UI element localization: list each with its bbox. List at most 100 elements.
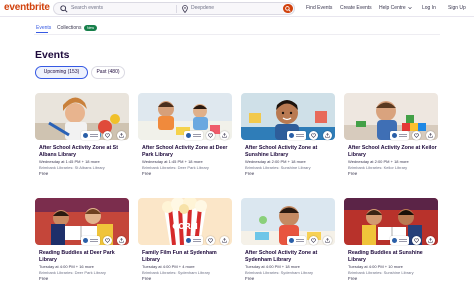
share-button[interactable] <box>323 131 332 140</box>
organizer-logo-text <box>90 134 98 135</box>
share-icon <box>222 133 227 138</box>
organizer-logo-text <box>90 239 98 240</box>
event-organizer: Brimbank Libraries: Keilor Library <box>348 165 408 170</box>
search-bar[interactable]: Search events Deepdene <box>53 2 295 15</box>
event-price: Free <box>245 171 255 176</box>
like-button[interactable] <box>206 236 215 245</box>
like-button[interactable] <box>309 236 318 245</box>
filter-upcoming-button[interactable]: Upcoming (153) <box>35 66 88 79</box>
share-button[interactable] <box>426 236 435 245</box>
nav-find-events[interactable]: Find Events <box>306 0 332 17</box>
top-header: eventbrite Search events Deepdene Find E… <box>0 0 474 17</box>
search-icon <box>60 5 68 13</box>
organizer-logo-mark <box>289 238 294 243</box>
event-price: Free <box>142 171 152 176</box>
event-title[interactable]: Reading Buddies at Deer Park Library <box>39 250 129 264</box>
heart-icon <box>311 133 316 138</box>
nav-help-centre[interactable]: Help Centre <box>379 0 412 17</box>
event-price: Free <box>39 171 49 176</box>
search-icon <box>285 5 291 12</box>
tab-events[interactable]: Events <box>36 24 51 32</box>
event-title[interactable]: Family Film Fun at Sydenham Library <box>142 250 232 264</box>
organizer-logo-mark <box>289 133 294 138</box>
event-organizer: Brimbank Libraries: Sydenham Library <box>142 270 211 275</box>
organizer-logo-text <box>193 134 201 135</box>
share-button[interactable] <box>426 131 435 140</box>
like-button[interactable] <box>309 131 318 140</box>
event-title[interactable]: After School Activity Zone at Keilor Lib… <box>348 145 438 159</box>
organizer-logo-text <box>193 239 201 240</box>
event-price: Free <box>348 171 358 176</box>
share-button[interactable] <box>117 131 126 140</box>
share-button[interactable] <box>220 236 229 245</box>
event-card[interactable]: After School Activity Zone at Keilor Lib… <box>344 93 438 189</box>
search-button[interactable] <box>283 4 293 13</box>
event-title[interactable]: After School Activity Zone at St Albans … <box>39 145 129 159</box>
organizer-logo-mark <box>83 133 88 138</box>
nav-log-in[interactable]: Log In <box>422 0 436 17</box>
like-button[interactable] <box>412 236 421 245</box>
organizer-logo <box>287 131 306 140</box>
share-button[interactable] <box>117 236 126 245</box>
event-card[interactable]: After School Activity Zone at Sydenham L… <box>241 198 335 291</box>
organizer-logo <box>184 131 203 140</box>
organizer-logo <box>287 236 306 245</box>
share-icon <box>325 133 330 138</box>
event-date: Wednesday at 2:00 PM + 18 more <box>348 159 409 164</box>
event-organizer: Brimbank Libraries: Deer Park Library <box>142 165 209 170</box>
heart-icon <box>414 238 419 243</box>
tab-collections[interactable]: Collections <box>57 24 81 32</box>
share-button[interactable] <box>323 236 332 245</box>
event-title[interactable]: After School Activity Zone at Sunshine L… <box>245 145 335 159</box>
heart-icon <box>105 133 110 138</box>
share-icon <box>222 238 227 243</box>
like-button[interactable] <box>103 131 112 140</box>
share-icon <box>325 238 330 243</box>
event-organizer: Brimbank Libraries: Sydenham Library <box>245 270 314 275</box>
nav-create-events[interactable]: Create Events <box>340 0 372 17</box>
nav-sign-up[interactable]: Sign Up <box>448 0 466 17</box>
organizer-logo-text <box>399 134 407 135</box>
organizer-logo <box>390 131 409 140</box>
event-card[interactable]: CORN Family Film Fun at Sydenham Library T… <box>138 198 232 291</box>
event-date: Wednesday at 1:45 PM + 18 more <box>39 159 100 164</box>
event-organizer: Brimbank Libraries: Sunshine Library <box>348 270 414 275</box>
event-card[interactable]: After School Activity Zone at Deer Park … <box>138 93 232 189</box>
like-button[interactable] <box>206 131 215 140</box>
share-button[interactable] <box>220 131 229 140</box>
event-title[interactable]: Reading Buddies at Sunshine Library <box>348 250 438 264</box>
new-badge: New <box>84 25 97 31</box>
share-icon <box>428 238 433 243</box>
share-icon <box>428 133 433 138</box>
chevron-down-icon <box>408 6 412 9</box>
page-title: Events <box>35 49 70 61</box>
tab-divider <box>34 34 440 35</box>
event-price: Free <box>245 276 255 281</box>
location-pin-icon <box>182 5 188 13</box>
heart-icon <box>414 133 419 138</box>
heart-icon <box>208 133 213 138</box>
search-input[interactable]: Search events <box>71 3 103 14</box>
location-input[interactable]: Deepdene <box>191 3 214 14</box>
filter-past-button[interactable]: Past (480) <box>91 66 125 79</box>
heart-icon <box>311 238 316 243</box>
heart-icon <box>105 238 110 243</box>
eventbrite-logo[interactable]: eventbrite <box>4 1 50 15</box>
event-date: Tuesday at 4:00 PM + 18 more <box>245 264 300 269</box>
event-organizer: Brimbank Libraries: Sunshine Library <box>245 165 311 170</box>
search-divider <box>176 5 177 13</box>
event-price: Free <box>348 276 358 281</box>
event-price: Free <box>39 276 49 281</box>
event-card[interactable]: Reading Buddies at Deer Park Library Tues… <box>35 198 129 291</box>
event-organizer: Brimbank Libraries: Deer Park Library <box>39 270 106 275</box>
event-date: Wednesday at 2:00 PM + 18 more <box>245 159 306 164</box>
event-card[interactable]: Reading Buddies at Sunshine Library Tuesd… <box>344 198 438 291</box>
organizer-logo <box>81 236 100 245</box>
event-title[interactable]: After School Activity Zone at Deer Park … <box>142 145 232 159</box>
like-button[interactable] <box>103 236 112 245</box>
event-title[interactable]: After School Activity Zone at Sydenham L… <box>245 250 335 264</box>
event-card[interactable]: After School Activity Zone at Sunshine L… <box>241 93 335 189</box>
event-card[interactable]: After School Activity Zone at St Albans … <box>35 93 129 189</box>
organizer-logo-mark <box>186 238 191 243</box>
like-button[interactable] <box>412 131 421 140</box>
